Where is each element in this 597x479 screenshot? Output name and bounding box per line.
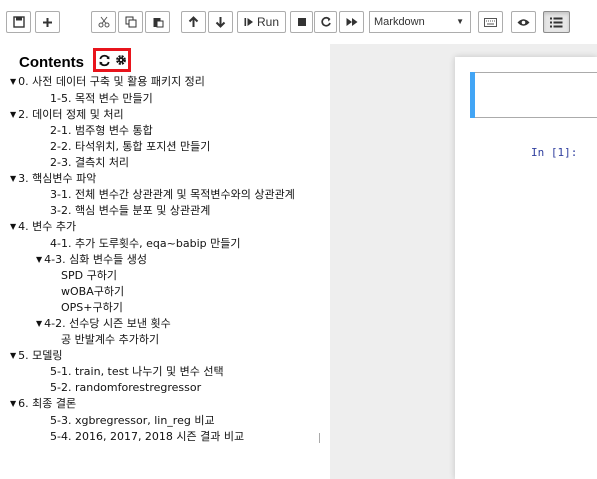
arrow-up-icon bbox=[188, 16, 199, 27]
toc-item[interactable]: ▼ 5. 모델링 bbox=[10, 349, 63, 362]
toc-item[interactable]: 2-2. 타석위치, 통합 포지션 만들기 bbox=[50, 140, 210, 153]
restart-icon bbox=[320, 16, 331, 27]
restart-kernel-button[interactable] bbox=[314, 11, 337, 33]
restart-run-all-button[interactable] bbox=[339, 11, 364, 33]
paste-button[interactable] bbox=[145, 11, 170, 33]
copy-button[interactable] bbox=[118, 11, 143, 33]
move-up-button[interactable] bbox=[181, 11, 206, 33]
move-down-button[interactable] bbox=[208, 11, 233, 33]
scissors-icon bbox=[98, 16, 109, 28]
preview-button[interactable] bbox=[511, 11, 536, 33]
toc-item[interactable]: 2-1. 범주형 변수 통합 bbox=[50, 124, 153, 137]
toc-item[interactable]: 공 반발계수 추가하기 bbox=[61, 333, 159, 346]
toc-item[interactable]: ▼ 4. 변수 추가 bbox=[10, 220, 76, 233]
gear-icon[interactable] bbox=[115, 54, 127, 66]
caret-down-icon[interactable]: ▼ bbox=[10, 399, 16, 408]
command-palette-button[interactable] bbox=[478, 11, 503, 33]
interrupt-button[interactable] bbox=[290, 11, 313, 33]
toc-item[interactable]: wOBA구하기 bbox=[61, 285, 124, 298]
refresh-icon[interactable] bbox=[98, 54, 111, 67]
caret-down-icon[interactable]: ▼ bbox=[10, 77, 16, 86]
cut-button[interactable] bbox=[91, 11, 116, 33]
toc-item[interactable]: ▼ 4-3. 심화 변수들 생성 bbox=[36, 253, 147, 266]
arrow-down-icon bbox=[215, 17, 226, 28]
toc-item[interactable]: OPS+구하기 bbox=[61, 301, 123, 314]
fast-forward-icon bbox=[346, 18, 357, 26]
caret-down-icon[interactable]: ▼ bbox=[36, 319, 42, 328]
save-icon bbox=[12, 16, 25, 28]
list-icon bbox=[550, 17, 563, 27]
toc-item[interactable]: 5-1. train, test 나누기 및 변수 선택 bbox=[50, 365, 224, 378]
toc-item[interactable]: 5-3. xgbregressor, lin_reg 비교 bbox=[50, 414, 215, 427]
run-icon bbox=[244, 18, 253, 26]
toc-item[interactable]: ▼ 6. 최종 결론 bbox=[10, 397, 76, 410]
save-button[interactable] bbox=[6, 11, 31, 33]
cell-selection-bar bbox=[470, 72, 475, 118]
input-prompt: In [1]: bbox=[531, 146, 578, 159]
copy-icon bbox=[125, 16, 136, 28]
caret-down-icon[interactable]: ▼ bbox=[10, 222, 16, 231]
stop-icon bbox=[297, 18, 306, 26]
plus-icon bbox=[43, 17, 52, 27]
toc-item[interactable]: ▼ 0. 사전 데이터 구축 및 활용 패키지 정리 bbox=[10, 75, 205, 88]
toc-item[interactable]: ▼ 2. 데이터 정제 및 처리 bbox=[10, 108, 124, 121]
toc-item[interactable]: 5-2. randomforestregressor bbox=[50, 381, 201, 394]
notebook-container bbox=[455, 57, 597, 479]
toc-item[interactable]: 3-1. 전체 변수간 상관관계 및 목적변수와의 상관관계 bbox=[50, 188, 320, 201]
cell-type-select[interactable]: Markdown ▼ bbox=[369, 11, 471, 33]
caret-down-icon[interactable]: ▼ bbox=[36, 255, 42, 264]
toc-item[interactable]: ▼ 3. 핵심변수 파악 bbox=[10, 172, 96, 185]
dropdown-arrow-icon: ▼ bbox=[456, 17, 464, 26]
paste-icon bbox=[153, 18, 163, 28]
toc-title: Contents bbox=[19, 54, 84, 71]
toc-item[interactable]: SPD 구하기 bbox=[61, 269, 117, 282]
caret-down-icon[interactable]: ▼ bbox=[10, 174, 16, 183]
toc-toggle-button[interactable] bbox=[543, 11, 570, 33]
toc-item[interactable]: 4-1. 추가 도루횟수, eqa~babip 만들기 bbox=[50, 237, 240, 250]
toc-controls bbox=[93, 48, 131, 72]
eye-icon bbox=[517, 18, 530, 26]
run-label: Run bbox=[256, 15, 279, 29]
toc-panel: Contents ▼ 0. 사전 데이터 구축 및 활용 패키지 정리 1-5. … bbox=[0, 44, 330, 479]
resize-handle[interactable] bbox=[318, 433, 321, 443]
notebook-toolbar: Run Markdown ▼ bbox=[0, 0, 597, 45]
toc-item[interactable]: 2-3. 결측치 처리 bbox=[50, 156, 129, 169]
caret-down-icon[interactable]: ▼ bbox=[10, 351, 16, 360]
toc-item[interactable]: 3-2. 핵심 변수들 분포 및 상관관계 bbox=[50, 204, 210, 217]
toc-item[interactable]: 1-5. 목적 변수 만들기 bbox=[50, 92, 153, 105]
selected-cell[interactable] bbox=[470, 72, 597, 118]
run-button[interactable]: Run bbox=[237, 11, 286, 33]
toc-item[interactable]: 5-4. 2016, 2017, 2018 시즌 결과 비교 bbox=[50, 430, 244, 443]
keyboard-icon bbox=[484, 17, 497, 27]
toc-item[interactable]: ▼ 4-2. 선수당 시즌 보낸 횟수 bbox=[36, 317, 171, 330]
insert-cell-button[interactable] bbox=[35, 11, 60, 33]
cell-type-value: Markdown bbox=[374, 16, 425, 28]
caret-down-icon[interactable]: ▼ bbox=[10, 110, 16, 119]
